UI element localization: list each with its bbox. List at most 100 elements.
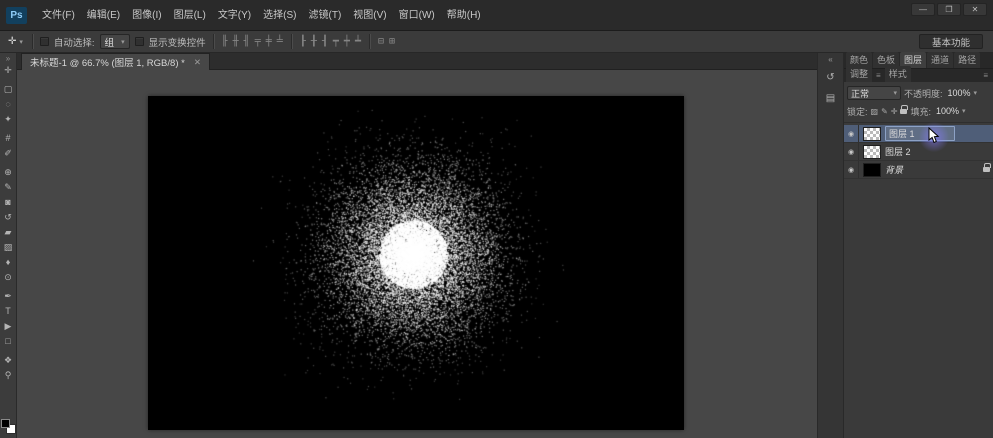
distribute-right-icon[interactable]: ┨ [321, 37, 329, 47]
align-center-horizontal-icon[interactable]: ╫ [232, 37, 240, 47]
tab-adjustments[interactable]: 调整 [846, 66, 872, 82]
pen-tool[interactable]: ✒ [1, 289, 16, 304]
path-selection-tool[interactable]: ▶ [1, 319, 16, 334]
dodge-tool[interactable]: ⊙ [1, 270, 16, 285]
menu-filter[interactable]: 滤镜(T) [303, 0, 348, 31]
hand-tool[interactable]: ❖ [1, 353, 16, 368]
menu-help[interactable]: 帮助(H) [441, 0, 487, 31]
type-tool[interactable]: T [1, 304, 16, 319]
close-tab-icon[interactable]: ✕ [194, 57, 201, 68]
quick-selection-tool[interactable]: ✦ [1, 112, 16, 127]
opacity-label: 不透明度: [904, 87, 943, 100]
lock-row: 锁定: ▨ ✎ ✛ 填充: 100% ▾ [844, 102, 993, 123]
3d-mode-icon[interactable]: ⊞ [388, 37, 396, 47]
document-title: 未标题-1 @ 66.7% (图层 1, RGB/8) * [30, 55, 185, 69]
document-canvas[interactable] [148, 96, 684, 430]
show-transform-checkbox[interactable] [135, 37, 144, 46]
menu-select[interactable]: 选择(S) [257, 0, 302, 31]
align-middle-icon[interactable]: ╪ [265, 37, 273, 47]
align-right-icon[interactable]: ╢ [243, 37, 251, 47]
panel-tab-bar-second: 调整 ≡ 样式 ≡ [844, 68, 993, 82]
expand-panels-icon[interactable]: « [828, 55, 832, 64]
restore-button[interactable]: ❐ [937, 3, 961, 16]
menu-edit[interactable]: 编辑(E) [81, 0, 126, 31]
menu-type[interactable]: 文字(Y) [212, 0, 257, 31]
auto-select-checkbox[interactable] [40, 37, 49, 46]
locked-layer-icon [983, 167, 990, 172]
lasso-tool[interactable]: ◌ [1, 97, 16, 112]
canvas-workspace [17, 70, 817, 438]
layers-list: ◉ 图层 1 ◉ 图层 2 ◉ 背景 [844, 125, 993, 179]
tab-paths[interactable]: 路径 [954, 52, 980, 68]
distribute-top-icon[interactable]: ┯ [332, 37, 340, 47]
marquee-tool[interactable]: ▢ [1, 82, 16, 97]
align-left-icon[interactable]: ╟ [221, 37, 229, 47]
layer-thumbnail[interactable] [863, 145, 881, 159]
distribute-bottom-icon[interactable]: ┷ [354, 37, 362, 47]
eraser-tool[interactable]: ▰ [1, 225, 16, 240]
distribute-left-icon[interactable]: ┠ [299, 37, 307, 47]
history-brush-tool[interactable]: ↺ [1, 210, 16, 225]
distribute-center-horizontal-icon[interactable]: ╂ [310, 37, 318, 47]
panel-menu-icon[interactable]: ≡ [980, 71, 991, 82]
brush-tool[interactable]: ✎ [1, 180, 16, 195]
panel-menu-icon[interactable]: ≡ [873, 71, 884, 82]
fill-dropdown[interactable]: 100% ▾ [934, 104, 968, 118]
photoshop-window: Ps 文件(F) 编辑(E) 图像(I) 图层(L) 文字(Y) 选择(S) 滤… [0, 0, 993, 438]
document-tab[interactable]: 未标题-1 @ 66.7% (图层 1, RGB/8) * ✕ [21, 53, 210, 70]
layer-thumbnail[interactable] [863, 127, 881, 141]
auto-select-scope-dropdown[interactable]: 组 ▾ [100, 34, 130, 49]
crop-tool[interactable]: # [1, 131, 16, 146]
lock-image-pixels-icon[interactable]: ✎ [881, 107, 888, 116]
align-top-icon[interactable]: ╤ [254, 37, 262, 47]
visibility-eye-icon[interactable]: ◉ [844, 143, 859, 160]
auto-select-label: 自动选择: [54, 35, 95, 49]
menu-view[interactable]: 视图(V) [347, 0, 392, 31]
shape-tool[interactable]: □ [1, 334, 16, 349]
visibility-eye-icon[interactable]: ◉ [844, 161, 859, 178]
history-icon[interactable]: ↺ [822, 69, 840, 85]
lock-transparent-pixels-icon[interactable]: ▨ [871, 107, 879, 116]
window-controls: — ❐ ✕ [911, 0, 993, 30]
menu-file[interactable]: 文件(F) [36, 0, 81, 31]
extra-option-buttons: ⊟ ⊞ [377, 37, 396, 47]
blur-tool[interactable]: ♦ [1, 255, 16, 270]
menu-window[interactable]: 窗口(W) [393, 0, 441, 31]
align-buttons: ╟ ╫ ╢ ╤ ╪ ╧ [221, 37, 284, 47]
opacity-dropdown[interactable]: 100% ▾ [946, 86, 980, 100]
toolbar-collapse-icon[interactable]: » [6, 54, 10, 63]
lock-position-icon[interactable]: ✛ [891, 107, 898, 116]
workspace-switcher-button[interactable]: 基本功能 [919, 34, 983, 49]
layer-thumbnail[interactable] [863, 163, 881, 177]
menu-image[interactable]: 图像(I) [126, 0, 167, 31]
tab-channels[interactable]: 通道 [927, 52, 953, 68]
eyedropper-tool[interactable]: ✐ [1, 146, 16, 161]
align-bottom-icon[interactable]: ╧ [276, 37, 284, 47]
menu-layer[interactable]: 图层(L) [168, 0, 212, 31]
show-transform-label: 显示变换控件 [149, 35, 206, 49]
auto-align-icon[interactable]: ⊟ [377, 37, 385, 47]
visibility-eye-icon[interactable]: ◉ [844, 125, 859, 142]
layer-name: 图层 1 [885, 126, 955, 141]
foreground-color-swatch[interactable] [1, 419, 10, 428]
blend-mode-dropdown[interactable]: 正常 ▾ [847, 86, 901, 100]
lock-all-icon[interactable] [900, 109, 907, 114]
blend-mode-row: 正常 ▾ 不透明度: 100% ▾ [844, 82, 993, 102]
gradient-tool[interactable]: ▨ [1, 240, 16, 255]
distribute-middle-icon[interactable]: ┿ [343, 37, 351, 47]
zoom-tool[interactable]: ⚲ [1, 368, 16, 383]
minimize-button[interactable]: — [911, 3, 935, 16]
move-tool[interactable]: ✛ [1, 63, 16, 78]
tab-styles[interactable]: 样式 [885, 66, 911, 82]
layer-row-background[interactable]: ◉ 背景 [844, 161, 993, 179]
close-button[interactable]: ✕ [963, 3, 987, 16]
chevron-down-icon: ▾ [962, 107, 966, 115]
layer-row-layer-2[interactable]: ◉ 图层 2 [844, 143, 993, 161]
layer-row-layer-1[interactable]: ◉ 图层 1 [844, 125, 993, 143]
tool-preset-picker[interactable]: ✛ ▾ [6, 36, 25, 47]
healing-brush-tool[interactable]: ⊕ [1, 165, 16, 180]
clone-stamp-tool[interactable]: ◙ [1, 195, 16, 210]
chevron-down-icon: ▾ [121, 38, 125, 46]
properties-icon[interactable]: ▤ [822, 90, 840, 106]
auto-select-scope-value: 组 [105, 35, 115, 49]
